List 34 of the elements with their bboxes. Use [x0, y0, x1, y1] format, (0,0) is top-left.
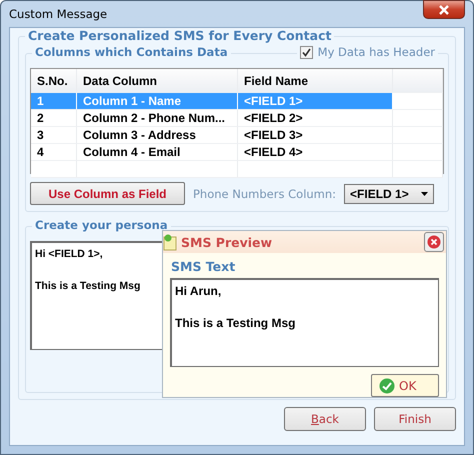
close-button[interactable]	[424, 232, 444, 252]
table-cell[interactable]: Column 2 - Phone Num...	[77, 110, 238, 126]
phone-column-dropdown[interactable]: <FIELD 1>	[344, 184, 434, 204]
table-cell[interactable]: Column 3 - Address	[77, 127, 238, 143]
group-title: Create your persona	[32, 218, 171, 232]
checkbox-label: My Data has Header	[318, 45, 435, 59]
close-button[interactable]	[423, 0, 465, 19]
close-icon	[427, 235, 441, 249]
table-cell[interactable]: Column 4 - Email	[77, 144, 238, 160]
ok-button[interactable]: OK	[371, 374, 439, 397]
note-icon	[163, 233, 179, 251]
back-button[interactable]: Back	[284, 407, 366, 431]
use-column-button[interactable]: Use Column as Field	[30, 182, 185, 205]
table-cell[interactable]: 3	[31, 127, 77, 143]
caret-icon	[421, 192, 428, 196]
close-icon	[438, 4, 450, 14]
group-title: Columns which Contains Data	[32, 45, 231, 59]
column-header[interactable]: S.No.	[31, 69, 77, 92]
column-header[interactable]: Field Name	[238, 69, 393, 92]
table-cell[interactable]: 2	[31, 110, 77, 126]
sms-text-label: SMS Text	[171, 259, 236, 274]
group-title: Create Personalized SMS for Every Contact	[25, 28, 334, 43]
table-cell[interactable]: <FIELD 3>	[238, 127, 393, 143]
column-header[interactable]: Data Column	[77, 69, 238, 92]
checkbox[interactable]	[300, 46, 313, 58]
table-cell[interactable]: 4	[31, 144, 77, 160]
preview-field[interactable]: Hi Arun, This is a Testing Msg	[170, 278, 439, 367]
phone-column-label: Phone Numbers Column:	[193, 186, 336, 200]
popup-title: SMS Preview	[181, 234, 272, 250]
check-icon	[379, 378, 395, 394]
finish-button[interactable]: Finish	[374, 407, 456, 431]
window-title: Custom Message	[9, 7, 108, 21]
table-cell[interactable]: <FIELD 4>	[238, 144, 393, 160]
table-cell[interactable]: <FIELD 2>	[238, 110, 393, 126]
